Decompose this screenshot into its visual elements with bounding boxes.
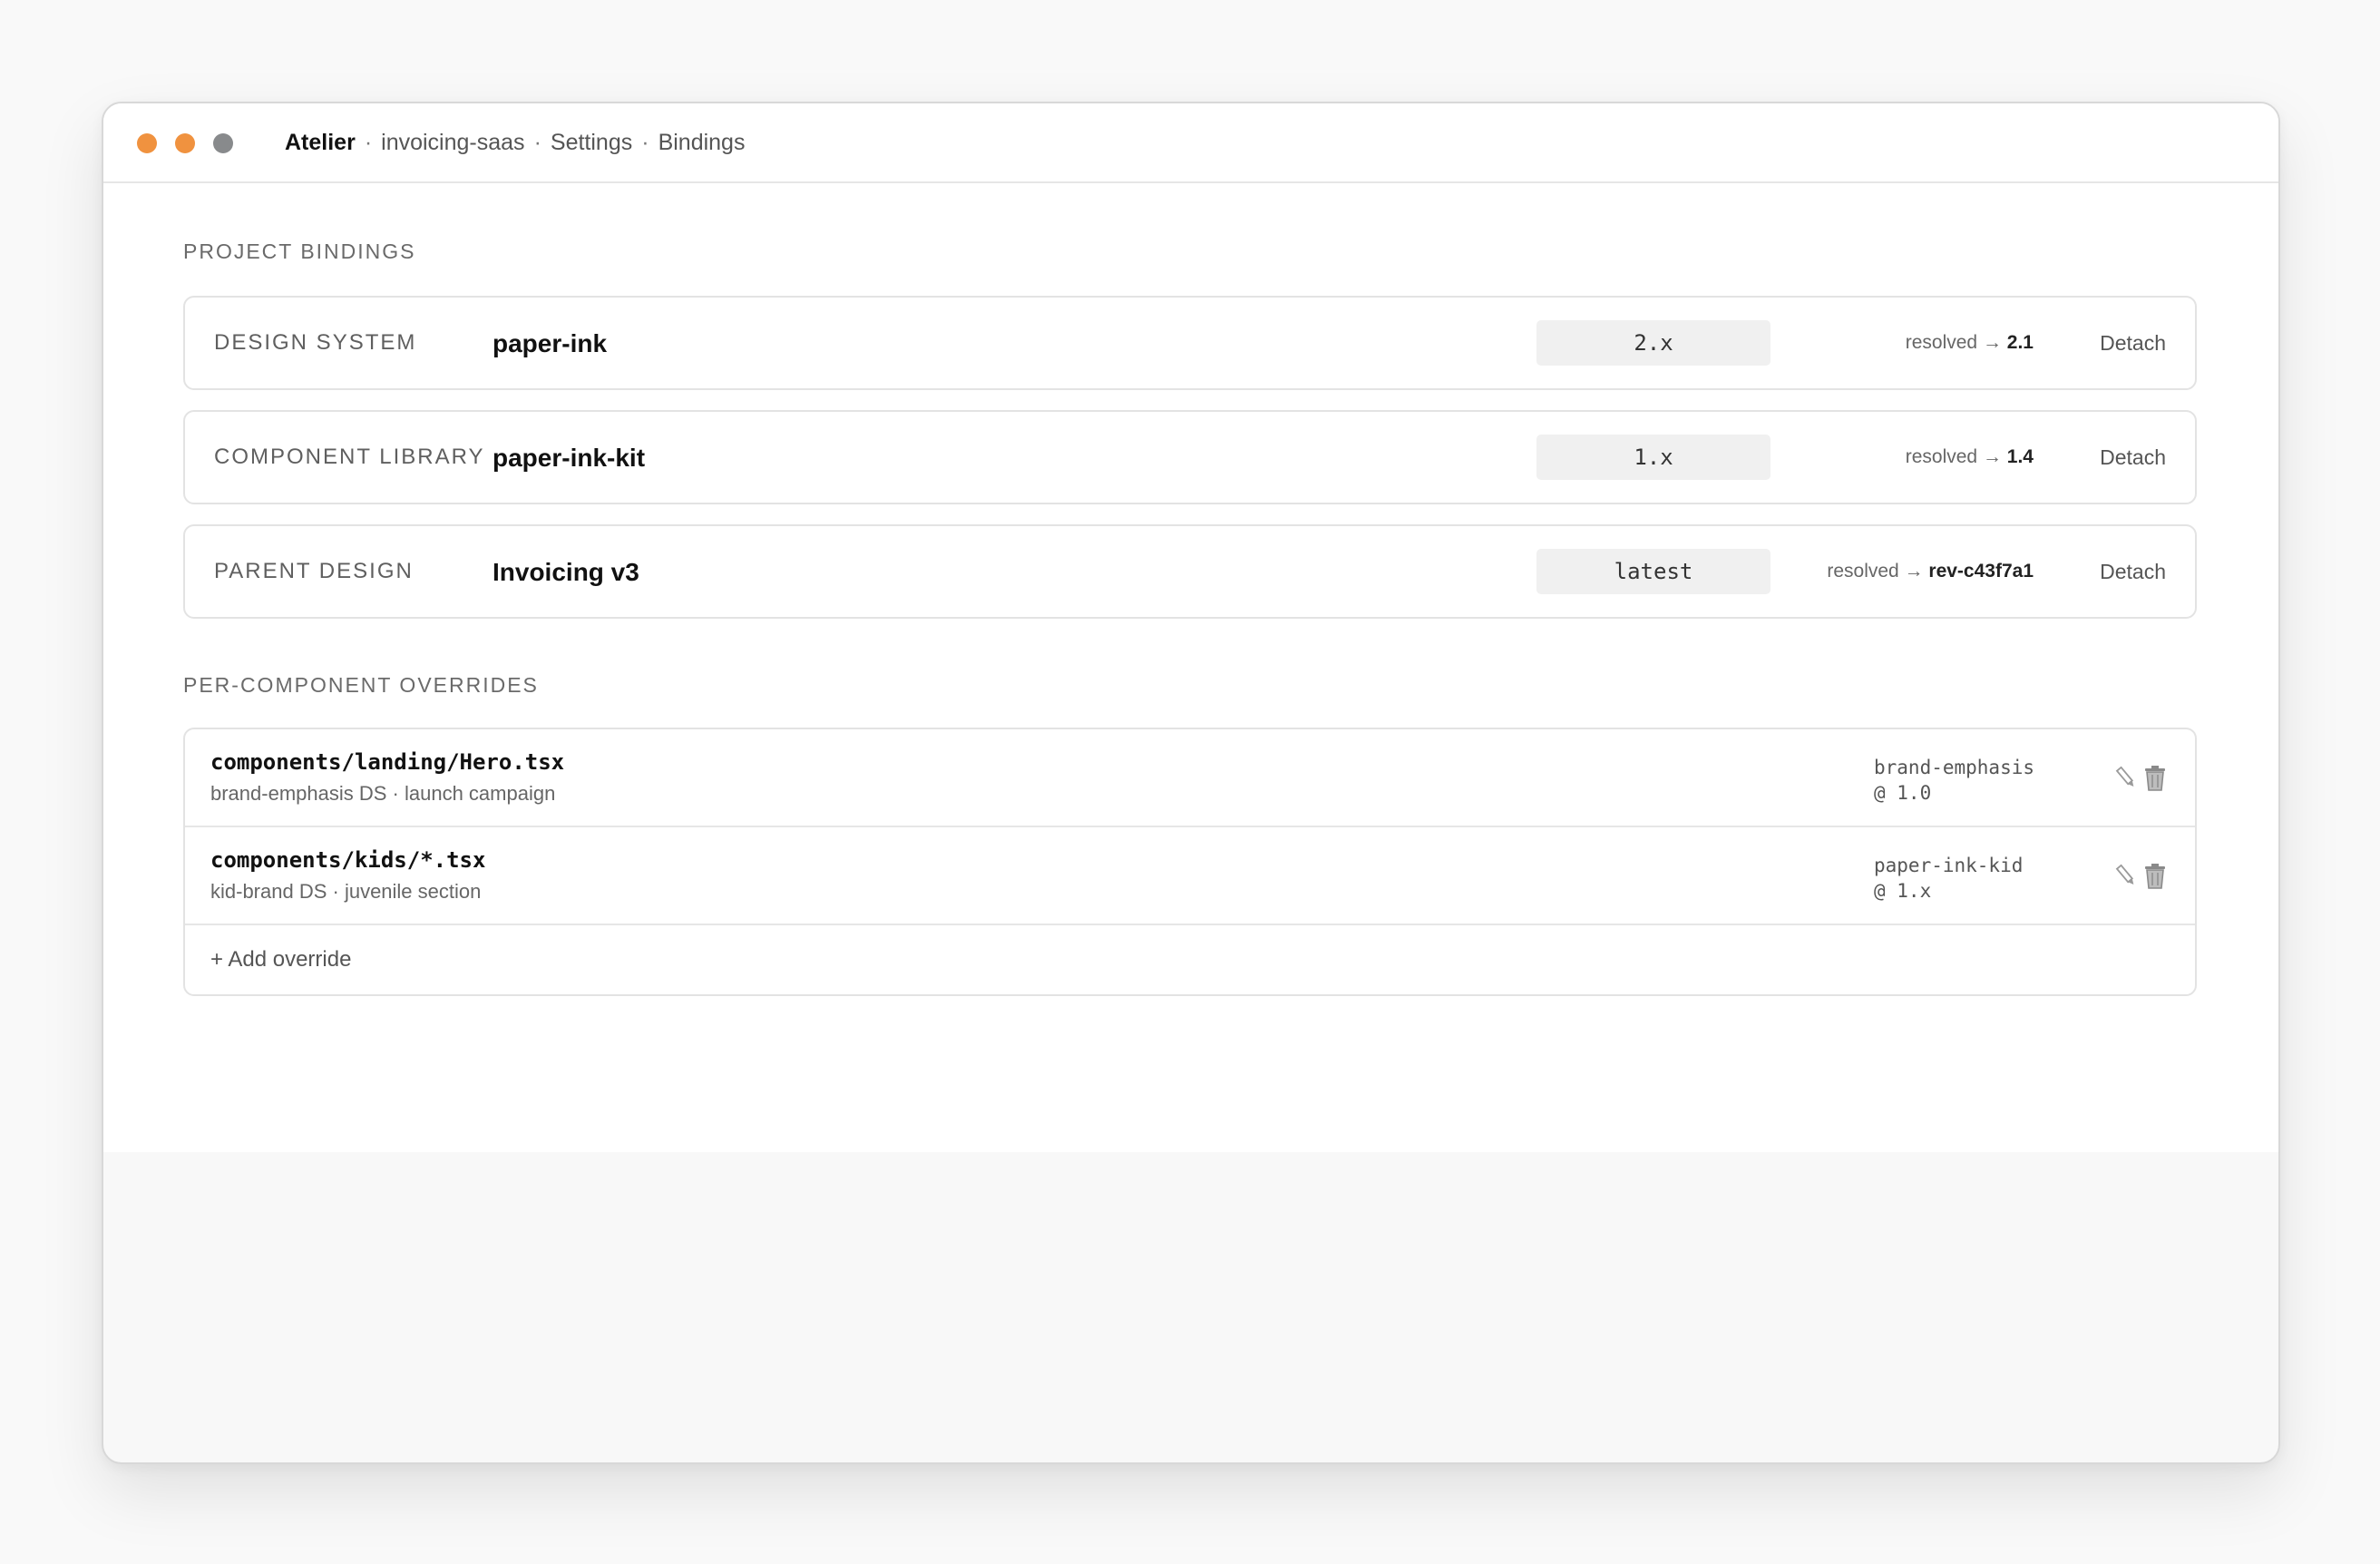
trash-icon[interactable] [2142,860,2168,891]
detach-button[interactable]: Detach [2100,298,2166,388]
resolved-label: resolved → [1905,332,2002,353]
overrides-list: components/landing/Hero.tsx brand-emphas… [183,728,2197,996]
resolved-label: resolved → [1827,561,1924,582]
resolved-version: resolved → 2.1 [1906,298,2034,388]
resolved-version: resolved → rev-c43f7a1 [1827,526,2034,617]
binding-name: paper-ink [493,329,608,357]
override-target-name: paper-ink-kid [1874,855,2024,876]
breadcrumb-separator: · [364,129,373,155]
pencil-icon[interactable] [2113,762,2139,793]
override-target: brand-emphasis @ 1.0 [1874,755,2034,806]
binding-component-library: COMPONENT LIBRARY paper-ink-kit 1.x reso… [183,410,2197,504]
add-override-button[interactable]: + Add override [185,925,2195,994]
title-bar: Atelier · invoicing-saas · Settings · Bi… [103,103,2278,183]
override-target-name: brand-emphasis [1874,757,2035,778]
resolved-value: 1.4 [2006,446,2034,467]
project-bindings-heading: PROJECT BINDINGS [183,239,416,263]
minimize-window-button[interactable] [175,133,195,153]
resolved-value: 2.1 [2006,332,2034,353]
breadcrumb-item-project[interactable]: invoicing-saas [381,130,524,156]
override-row: components/kids/*.tsx kid-brand DS · juv… [185,827,2195,925]
trash-icon[interactable] [2142,762,2168,793]
version-range-field[interactable]: 2.x [1536,320,1770,366]
settings-content: PROJECT BINDINGS DESIGN SYSTEM paper-ink… [103,183,2278,1152]
binding-name: paper-ink-kit [493,444,646,472]
override-target-version: @ 1.0 [1874,782,1932,804]
override-description: kid-brand DS · juvenile section [210,880,482,903]
binding-kind: PARENT DESIGN [214,559,414,583]
override-target: paper-ink-kid @ 1.x [1874,853,2023,904]
binding-kind: COMPONENT LIBRARY [214,445,485,469]
resolved-value: rev-c43f7a1 [1928,561,2034,582]
override-description: brand-emphasis DS · launch campaign [210,782,556,805]
app-window: Atelier · invoicing-saas · Settings · Bi… [102,102,2280,1464]
breadcrumb-separator: · [533,129,541,155]
breadcrumb-item-bindings[interactable]: Bindings [658,130,746,156]
pencil-icon[interactable] [2113,860,2139,891]
resolved-label: resolved → [1905,446,2002,467]
breadcrumb-separator: · [641,129,649,155]
resolved-version: resolved → 1.4 [1906,412,2034,503]
override-path: components/kids/*.tsx [210,847,486,873]
override-row: components/landing/Hero.tsx brand-emphas… [185,729,2195,827]
detach-button[interactable]: Detach [2100,412,2166,503]
version-range-field[interactable]: 1.x [1536,435,1770,480]
binding-design-system: DESIGN SYSTEM paper-ink 2.x resolved → 2… [183,296,2197,390]
binding-name: Invoicing v3 [493,558,639,586]
maximize-window-button[interactable] [213,133,233,153]
breadcrumb-item-settings[interactable]: Settings [551,130,632,156]
detach-button[interactable]: Detach [2100,526,2166,617]
override-target-version: @ 1.x [1874,880,1932,902]
version-range-field[interactable]: latest [1536,549,1770,594]
app-name: Atelier [285,129,356,155]
close-window-button[interactable] [137,133,157,153]
binding-parent-design: PARENT DESIGN Invoicing v3 latest resolv… [183,524,2197,619]
binding-kind: DESIGN SYSTEM [214,330,417,355]
breadcrumb: Atelier · invoicing-saas · Settings · Bi… [285,103,745,181]
overrides-heading: PER-COMPONENT OVERRIDES [183,673,539,697]
override-path: components/landing/Hero.tsx [210,749,565,775]
